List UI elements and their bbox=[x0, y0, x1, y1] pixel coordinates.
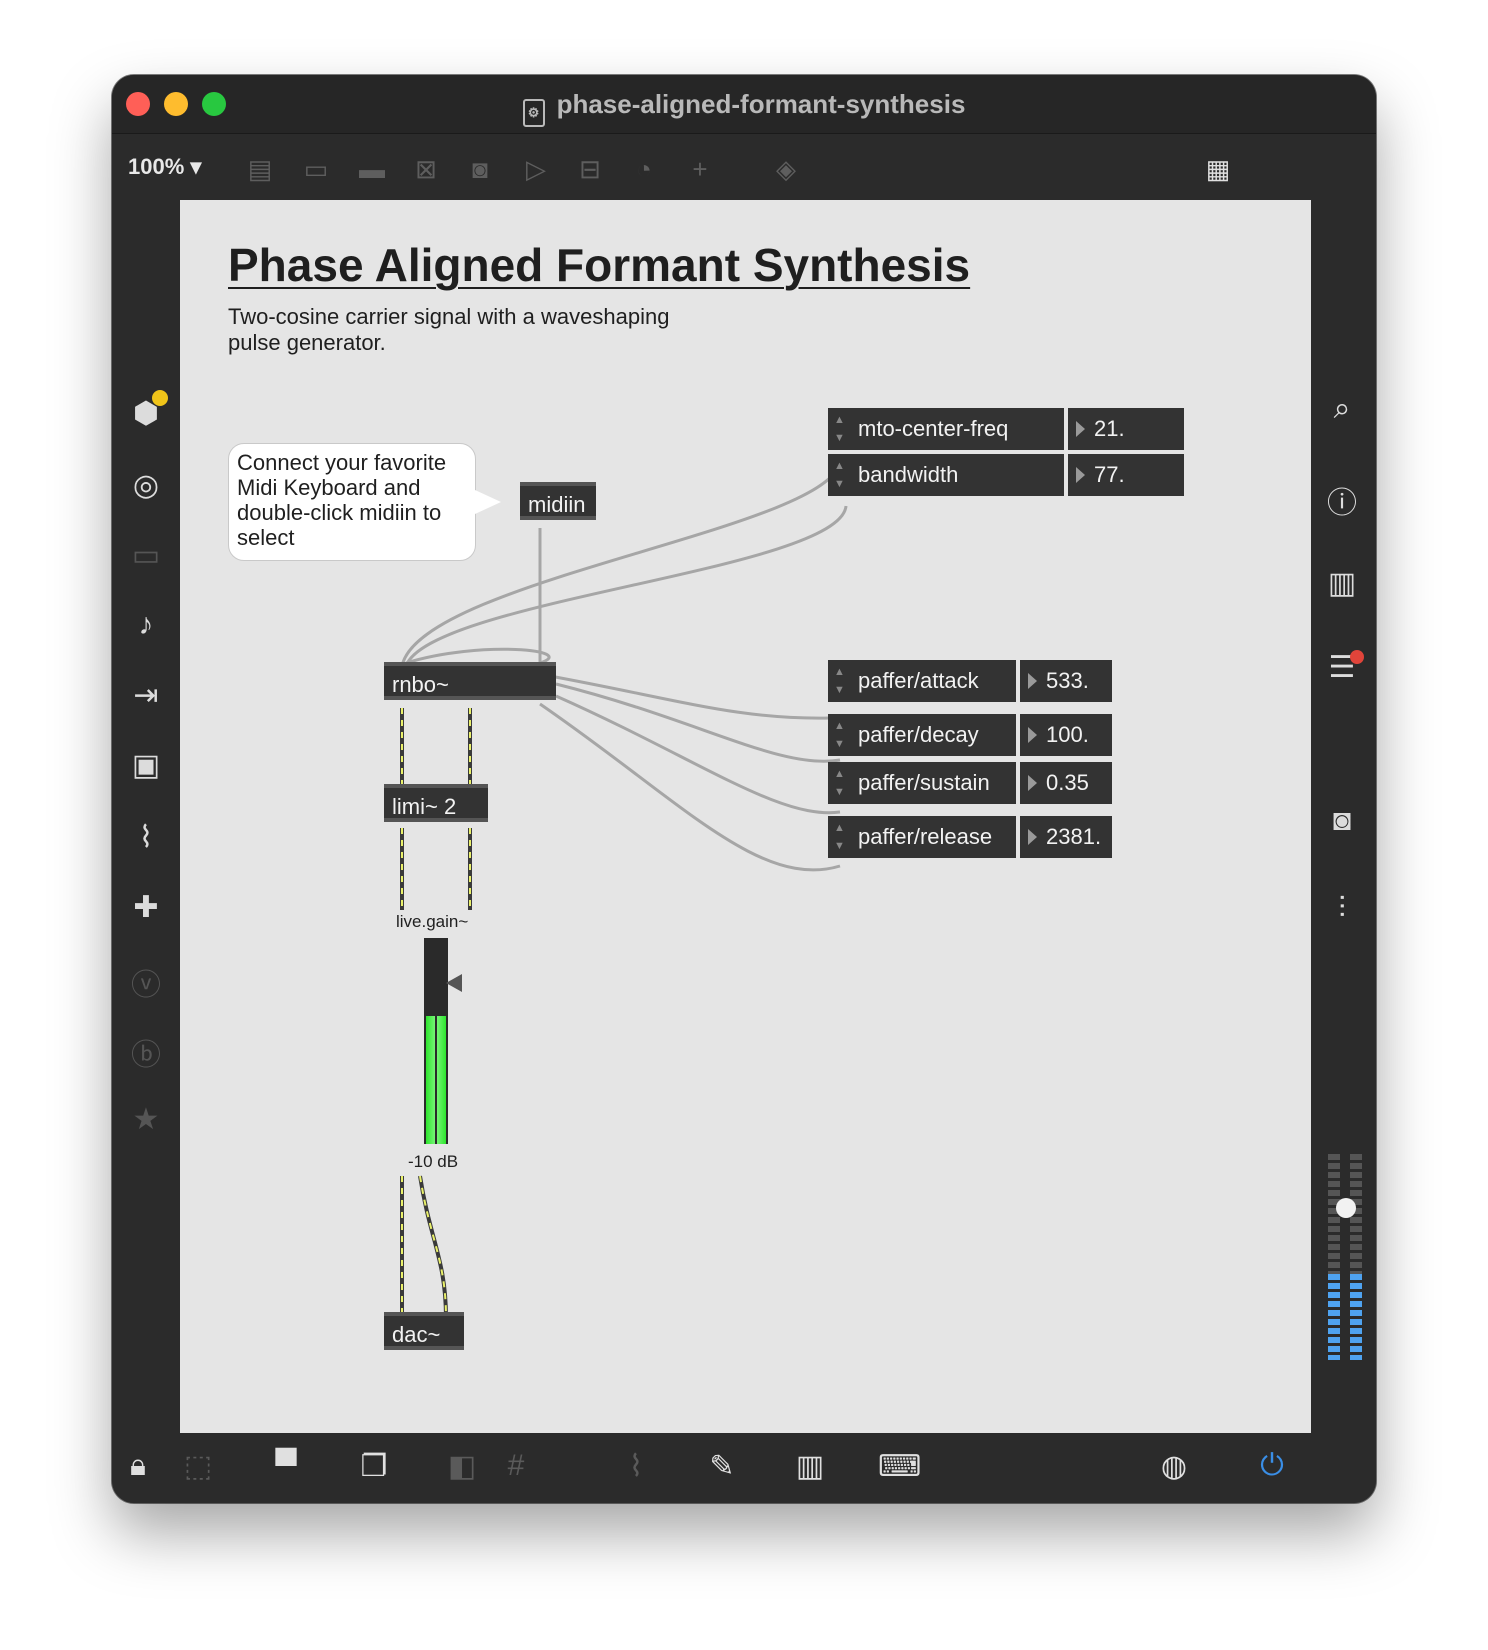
presentation-select-icon[interactable]: ⬚ bbox=[178, 1449, 218, 1484]
snap-icon[interactable]: ◧ bbox=[442, 1449, 482, 1484]
clip-icon[interactable]: ⇥ bbox=[128, 678, 164, 713]
dac-object[interactable]: dac~ bbox=[384, 1312, 464, 1350]
param-number-box[interactable]: 2381. bbox=[1020, 816, 1112, 858]
comment-line: Connect your favorite bbox=[237, 450, 447, 475]
comment-line: Midi Keyboard and bbox=[237, 475, 421, 500]
music-note-icon[interactable]: ♪ bbox=[128, 608, 164, 642]
param-name[interactable]: paffer/sustain bbox=[828, 753, 1016, 813]
plugin-icon[interactable]: ✚ bbox=[128, 890, 164, 925]
max-patcher-window: ⚙ phase-aligned-formant-synthesis 100% ▾ … bbox=[112, 75, 1376, 1503]
param-number-box[interactable]: 533. bbox=[1020, 660, 1112, 702]
keyboard-icon[interactable]: ⌨ bbox=[878, 1449, 921, 1484]
button-object-icon[interactable]: ◙ bbox=[462, 154, 498, 185]
live-gain-slider[interactable] bbox=[424, 938, 448, 1144]
paint-bucket-icon[interactable]: ◈ bbox=[768, 154, 804, 185]
gain-label: live.gain~ bbox=[396, 912, 469, 931]
package-icon[interactable]: ⬢ bbox=[128, 390, 168, 431]
subtitle-line-1: Two-cosine carrier signal with a wavesha… bbox=[228, 304, 670, 329]
param-number-box[interactable]: 0.35 bbox=[1020, 762, 1112, 804]
lock-icon[interactable]: 🔒︎ bbox=[118, 1449, 158, 1483]
comment-line: double-click midiin to bbox=[237, 500, 442, 525]
param-number-box[interactable]: 21. bbox=[1068, 408, 1184, 450]
patch-cords bbox=[400, 461, 848, 1319]
param-bandwidth[interactable]: bandwidth 77. bbox=[828, 445, 1184, 505]
presentation-mode-icon[interactable]: ▀ bbox=[266, 1449, 306, 1483]
attach-icon[interactable]: ⌇ bbox=[616, 1449, 656, 1484]
play-object-icon[interactable]: ▷ bbox=[518, 154, 554, 185]
rnbo-object[interactable]: rnbo~ bbox=[384, 662, 556, 700]
new-comment-icon[interactable]: ▬ bbox=[354, 154, 390, 185]
param-paffer-sustain[interactable]: paffer/sustain 0.35 bbox=[828, 753, 1112, 813]
grid-icon[interactable]: # bbox=[496, 1449, 536, 1483]
info-icon[interactable]: ⓘ bbox=[1324, 478, 1360, 522]
paperclip-icon[interactable]: ⌇ bbox=[128, 820, 164, 855]
midiin-object[interactable]: midiin bbox=[520, 482, 596, 520]
audio-power-icon[interactable]: ⏻ bbox=[1252, 1449, 1292, 1483]
grid-view-icon[interactable]: ▦ bbox=[1200, 154, 1236, 185]
param-paffer-attack[interactable]: paffer/attack 533. bbox=[828, 651, 1112, 711]
comment-line: select bbox=[237, 525, 295, 550]
wrench-icon[interactable]: ✎ bbox=[702, 1449, 742, 1484]
new-message-icon[interactable]: ▭ bbox=[298, 154, 334, 185]
patch-subtitle: Two-cosine carrier signal with a wavesha… bbox=[228, 304, 708, 356]
param-name[interactable]: paffer/decay bbox=[828, 705, 1016, 765]
param-name[interactable]: mto-center-freq bbox=[828, 399, 1064, 459]
patch-title: Phase Aligned Formant Synthesis bbox=[228, 239, 971, 291]
camera-icon[interactable]: ◙ bbox=[1324, 804, 1360, 838]
param-name[interactable]: paffer/release bbox=[828, 807, 1016, 867]
subtitle-line-2: pulse generator. bbox=[228, 330, 386, 355]
volume-slider[interactable] bbox=[1328, 1154, 1364, 1360]
param-number-box[interactable]: 77. bbox=[1068, 454, 1184, 496]
gain-value: -10 dB bbox=[408, 1152, 459, 1171]
document-icon: ⚙ bbox=[522, 99, 545, 127]
reference-icon[interactable]: ▥ bbox=[1324, 566, 1360, 601]
cord-rnbo-loop bbox=[405, 647, 551, 665]
param-name[interactable]: bandwidth bbox=[828, 445, 1064, 505]
right-sidebar: ⌕ ⓘ ▥ ☰ ◙ ⫶ bbox=[1308, 200, 1376, 1433]
slider-object-icon[interactable]: ⊟ bbox=[572, 154, 608, 185]
left-sidebar: ⬢ ◎ ▭ ♪ ⇥ ▣ ⌇ ✚ ⓥ ⓑ ★ bbox=[112, 200, 180, 1433]
patcher-canvas[interactable]: Phase Aligned Formant Synthesis Two-cosi… bbox=[180, 200, 1311, 1433]
comment-bubble[interactable]: Connect your favorite Midi Keyboard and … bbox=[228, 443, 501, 561]
target-icon[interactable]: ◎ bbox=[128, 468, 164, 503]
image-icon[interactable]: ▣ bbox=[128, 748, 164, 783]
param-name[interactable]: paffer/attack bbox=[828, 651, 1016, 711]
piano-icon[interactable]: ▥ bbox=[790, 1449, 830, 1484]
gain-pointer-icon[interactable] bbox=[446, 974, 462, 992]
list-icon[interactable]: ☰ bbox=[1324, 650, 1364, 685]
dial-object-icon[interactable]: ◔ bbox=[626, 154, 662, 185]
b-icon[interactable]: ⓑ bbox=[128, 1030, 164, 1074]
favorites-star-icon[interactable]: ★ bbox=[128, 1102, 164, 1137]
param-mto-center-freq[interactable]: mto-center-freq 21. bbox=[828, 399, 1184, 459]
cord-sustain bbox=[555, 694, 841, 815]
title-bar: ⚙ phase-aligned-formant-synthesis bbox=[112, 75, 1376, 134]
param-number-box[interactable]: 100. bbox=[1020, 714, 1112, 756]
param-paffer-release[interactable]: paffer/release 2381. bbox=[828, 807, 1112, 867]
new-object-icon[interactable]: ▤ bbox=[242, 154, 278, 185]
vst-icon[interactable]: ⓥ bbox=[128, 960, 164, 1004]
mixer-icon[interactable]: ⫶ bbox=[1324, 892, 1360, 926]
media-icon[interactable]: ▭ bbox=[128, 538, 164, 573]
limi-object[interactable]: limi~ 2 bbox=[384, 784, 488, 822]
cord-release bbox=[539, 702, 841, 872]
top-toolbar: 100% ▾ ▤ ▭ ▬ ⊠ ◙ ▷ ⊟ ◔ + ◈ ▦ bbox=[112, 134, 1376, 202]
volume-knob[interactable] bbox=[1336, 1198, 1356, 1218]
windows-icon[interactable]: ❐ bbox=[354, 1449, 394, 1484]
bottom-toolbar: 🔒︎ ⬚ ▀ ❐ ◧ # ⌇ ✎ ▥ ⌨ ◍ ⏻ bbox=[112, 1433, 1376, 1503]
audio-cord-gain-dac-r bbox=[418, 1175, 448, 1319]
search-icon[interactable]: ⌕ bbox=[1324, 392, 1360, 426]
dsp-status-icon[interactable]: ◍ bbox=[1154, 1449, 1194, 1484]
add-object-icon[interactable]: + bbox=[682, 154, 718, 185]
zoom-dropdown[interactable]: 100% ▾ bbox=[128, 154, 201, 180]
toggle-object-icon[interactable]: ⊠ bbox=[408, 154, 444, 185]
cord-decay bbox=[555, 682, 841, 763]
param-paffer-decay[interactable]: paffer/decay 100. bbox=[828, 705, 1112, 765]
window-title: ⚙ phase-aligned-formant-synthesis bbox=[112, 89, 1376, 127]
